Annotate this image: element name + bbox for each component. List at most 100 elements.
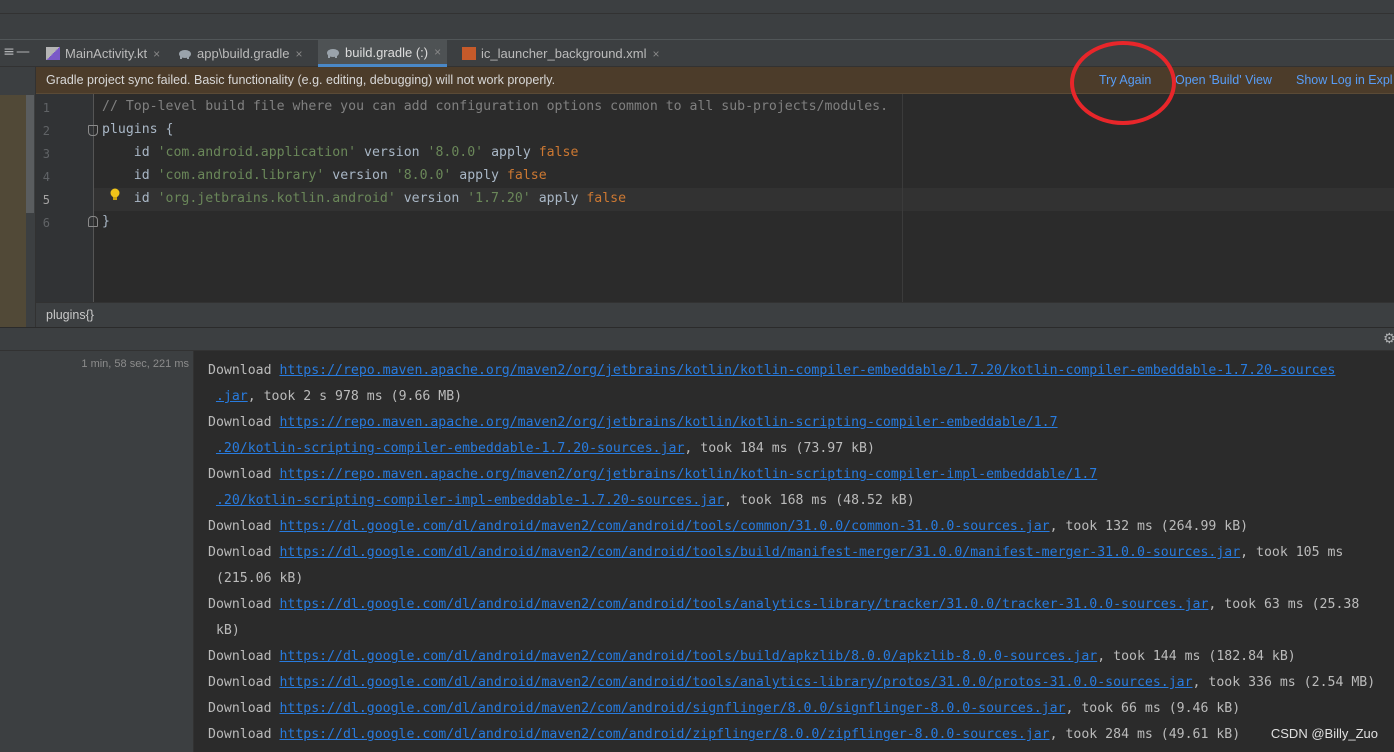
console-line: Download https://dl.google.com/dl/androi… bbox=[208, 701, 1240, 716]
download-link[interactable]: https://dl.google.com/dl/android/maven2/… bbox=[279, 727, 1049, 742]
close-icon[interactable]: × bbox=[296, 47, 303, 61]
editor-tab-bar: ≡ — MainActivity.kt × app\build.gradle × bui… bbox=[0, 40, 1394, 67]
download-link[interactable]: https://dl.google.com/dl/android/maven2/… bbox=[279, 649, 1097, 664]
gradle-elephant-icon bbox=[326, 46, 340, 59]
line-number: 6 bbox=[42, 216, 50, 230]
code-line[interactable]: id 'org.jetbrains.kotlin.android' versio… bbox=[102, 191, 626, 206]
string-literal: 'com.android.application' bbox=[157, 145, 357, 160]
console-line: .jar, took 2 s 978 ms (9.66 MB) bbox=[208, 389, 462, 404]
close-icon[interactable]: × bbox=[434, 45, 441, 59]
console-line: Download https://dl.google.com/dl/androi… bbox=[208, 675, 1375, 690]
console-text: Download bbox=[208, 467, 280, 482]
build-tree[interactable]: 1 min, 58 sec, 221 ms bbox=[0, 351, 194, 752]
tab-label: MainActivity.kt bbox=[65, 46, 148, 61]
download-link[interactable]: https://dl.google.com/dl/android/maven2/… bbox=[279, 545, 1240, 560]
code-token: apply bbox=[451, 168, 507, 183]
tab-app-build-gradle[interactable]: app\build.gradle × bbox=[170, 40, 309, 67]
console-text: , took 284 ms (49.61 kB) bbox=[1049, 727, 1241, 742]
tab-ic-launcher-background-xml[interactable]: ic_launcher_background.xml × bbox=[454, 40, 666, 67]
console-line: Download https://repo.maven.apache.org/m… bbox=[208, 363, 1335, 378]
annotation-circle bbox=[1070, 41, 1176, 125]
code-token: apply bbox=[530, 191, 587, 206]
console-line: .20/kotlin-scripting-compiler-embeddable… bbox=[208, 441, 875, 456]
download-link[interactable]: https://repo.maven.apache.org/maven2/org… bbox=[279, 415, 1057, 430]
gear-icon[interactable]: ⚙ bbox=[1383, 331, 1394, 347]
project-strip bbox=[0, 95, 26, 327]
code-line[interactable]: } bbox=[102, 214, 110, 229]
open-build-view-link[interactable]: Open 'Build' View bbox=[1175, 73, 1272, 87]
tab-label: build.gradle (:) bbox=[345, 44, 429, 60]
xml-file-icon bbox=[462, 47, 476, 60]
console-text: , took 105 ms bbox=[1240, 545, 1344, 560]
console-line: Download https://dl.google.com/dl/androi… bbox=[208, 519, 1248, 534]
kotlin-file-icon bbox=[46, 47, 60, 60]
string-literal: '8.0.0' bbox=[427, 145, 484, 160]
tool-window-stripe[interactable] bbox=[26, 95, 34, 213]
code-token: version bbox=[356, 145, 428, 160]
right-margin-guide bbox=[902, 94, 903, 302]
tab-mainactivity-kt[interactable]: MainActivity.kt × bbox=[38, 40, 166, 67]
download-link[interactable]: .20/kotlin-scripting-compiler-embeddable… bbox=[216, 441, 684, 456]
code-line[interactable]: id 'com.android.library' version '8.0.0'… bbox=[102, 168, 547, 183]
console-text: Download bbox=[208, 363, 280, 378]
line-number: 4 bbox=[42, 170, 50, 184]
console-text: (215.06 kB) bbox=[208, 571, 304, 586]
console-line: Download https://dl.google.com/dl/androi… bbox=[208, 727, 1240, 742]
code-token: id bbox=[102, 168, 158, 183]
console-text: , took 2 s 978 ms (9.66 MB) bbox=[247, 389, 463, 404]
console-text: Download bbox=[208, 701, 280, 716]
code-line[interactable]: // Top-level build file where you can ad… bbox=[102, 99, 888, 114]
watermark: CSDN @Billy_Zuo bbox=[1270, 726, 1378, 741]
console-text: Download bbox=[208, 597, 280, 612]
build-panel-header: ⚙ bbox=[0, 327, 1394, 351]
console-text: Download bbox=[208, 675, 280, 690]
download-link[interactable]: https://dl.google.com/dl/android/maven2/… bbox=[279, 597, 1208, 612]
tab-build-gradle[interactable]: build.gradle (:) × bbox=[318, 40, 448, 67]
download-link[interactable]: https://repo.maven.apache.org/maven2/org… bbox=[279, 363, 1335, 378]
console-text: , took 336 ms (2.54 MB) bbox=[1192, 675, 1376, 690]
tab-label: ic_launcher_background.xml bbox=[481, 46, 647, 61]
console-line: Download https://repo.maven.apache.org/m… bbox=[208, 415, 1058, 430]
build-elapsed-time: 1 min, 58 sec, 221 ms bbox=[81, 358, 189, 370]
code-line[interactable]: id 'com.android.application' version '8.… bbox=[102, 145, 579, 160]
console-text: Download bbox=[208, 727, 280, 742]
main-toolbar bbox=[0, 0, 1394, 14]
show-log-link[interactable]: Show Log in Expl bbox=[1296, 73, 1393, 87]
comment: // Top-level build file where you can ad… bbox=[102, 99, 889, 114]
line-number: 5 bbox=[42, 193, 50, 207]
sync-failed-banner: Gradle project sync failed. Basic functi… bbox=[36, 67, 1394, 94]
download-link[interactable]: https://dl.google.com/dl/android/maven2/… bbox=[279, 701, 1065, 716]
console-line: .20/kotlin-scripting-compiler-impl-embed… bbox=[208, 493, 915, 508]
console-text: Download bbox=[208, 415, 280, 430]
close-icon[interactable]: × bbox=[652, 47, 659, 61]
console-text: Download bbox=[208, 545, 280, 560]
console-line: kB) bbox=[208, 623, 240, 638]
breadcrumb[interactable]: plugins{} bbox=[46, 308, 94, 322]
download-link[interactable]: https://repo.maven.apache.org/maven2/org… bbox=[279, 467, 1097, 482]
breadcrumb-bar: plugins{} bbox=[36, 302, 1394, 327]
minimize-icon[interactable]: — bbox=[14, 40, 32, 67]
code-line[interactable]: plugins { bbox=[102, 122, 173, 137]
console-line: Download https://dl.google.com/dl/androi… bbox=[208, 597, 1359, 612]
close-icon[interactable]: × bbox=[153, 47, 160, 61]
code-token: plugins { bbox=[102, 122, 174, 137]
console-text: , took 63 ms (25.38 bbox=[1208, 597, 1360, 612]
fold-open-icon[interactable] bbox=[88, 125, 98, 136]
console-text: Download bbox=[208, 519, 280, 534]
console-text: , took 144 ms (182.84 kB) bbox=[1097, 649, 1296, 664]
keyword: false bbox=[506, 168, 547, 183]
lightbulb-icon[interactable] bbox=[110, 188, 120, 201]
console-text: kB) bbox=[208, 623, 240, 638]
fold-close-icon[interactable] bbox=[88, 216, 98, 227]
download-link[interactable]: https://dl.google.com/dl/android/maven2/… bbox=[279, 519, 1049, 534]
code-token: } bbox=[102, 214, 110, 229]
console-text: , took 66 ms (9.46 kB) bbox=[1065, 701, 1241, 716]
tab-label: app\build.gradle bbox=[197, 46, 290, 61]
code-token: id bbox=[102, 145, 158, 160]
download-link[interactable]: .20/kotlin-scripting-compiler-impl-embed… bbox=[216, 493, 724, 508]
download-link[interactable]: .jar bbox=[216, 389, 248, 404]
download-link[interactable]: https://dl.google.com/dl/android/maven2/… bbox=[279, 675, 1192, 690]
console-line: (215.06 kB) bbox=[208, 571, 303, 586]
